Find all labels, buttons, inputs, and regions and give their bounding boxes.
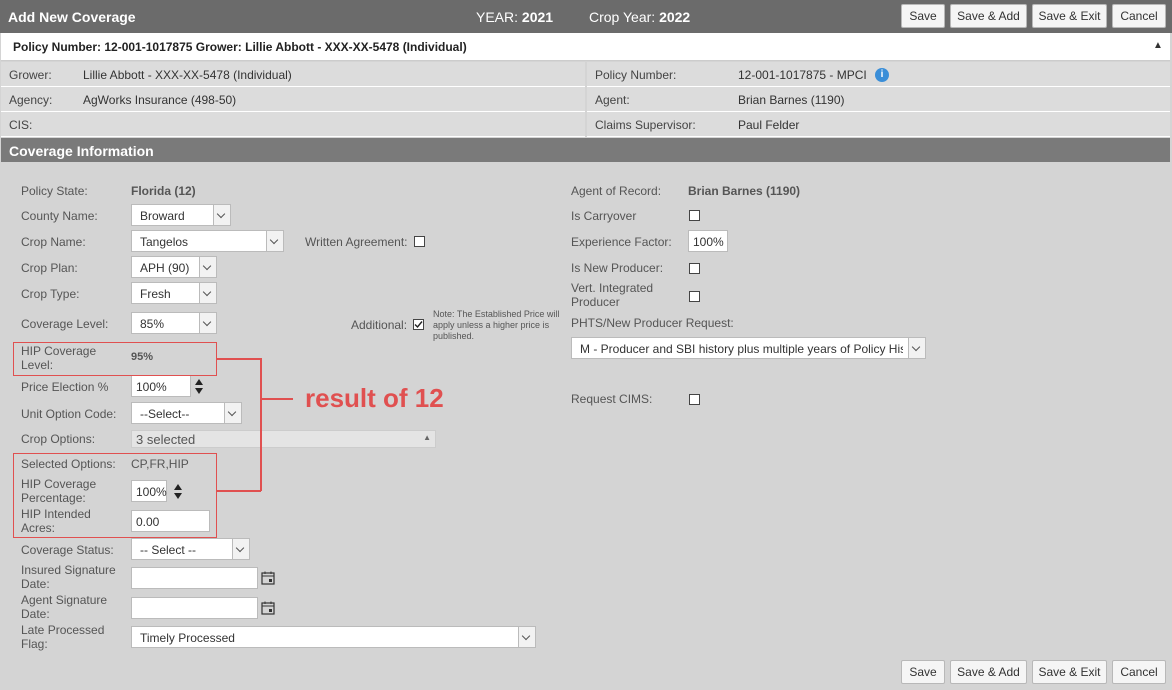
policy-state-label: Policy State:	[21, 184, 88, 198]
save-add-button-bottom[interactable]: Save & Add	[950, 660, 1027, 684]
price-election-input[interactable]: 100%	[131, 375, 191, 397]
agency-value: AgWorks Insurance (498-50)	[83, 93, 237, 107]
chevron-down-icon	[232, 539, 249, 559]
coverage-status-select[interactable]: -- Select --	[131, 538, 250, 560]
updown-icon: ▲	[423, 433, 431, 442]
policy-header-bar[interactable]: Policy Number: 12-001-1017875 Grower: Li…	[1, 33, 1170, 61]
chevron-down-icon	[213, 205, 230, 225]
claims-supervisor-value: Paul Felder	[738, 118, 800, 132]
late-processed-select[interactable]: Timely Processed	[131, 626, 536, 648]
calendar-icon[interactable]	[261, 571, 275, 585]
crop-name-select[interactable]: Tangelos	[131, 230, 284, 252]
late-processed-label: Late Processed Flag:	[21, 623, 105, 651]
request-cims-checkbox[interactable]	[689, 394, 700, 405]
annotation-connector	[217, 490, 261, 492]
save-add-button-top[interactable]: Save & Add	[950, 4, 1027, 28]
vert-integrated-checkbox[interactable]	[689, 291, 700, 302]
experience-factor-label: Experience Factor:	[571, 235, 672, 249]
chevron-down-icon	[266, 231, 283, 251]
written-agreement-label: Written Agreement:	[305, 235, 408, 249]
coverage-status-label: Coverage Status:	[21, 543, 114, 557]
agent-signature-label: Agent Signature Date:	[21, 593, 108, 621]
agency-label: Agency:	[9, 93, 53, 107]
agent-of-record-value: Brian Barnes (1190)	[688, 184, 801, 198]
agent-signature-input[interactable]	[131, 597, 258, 619]
save-button-top[interactable]: Save	[901, 4, 945, 28]
grower-value: Lillie Abbott - XXX-XX-5478 (Individual)	[83, 68, 292, 82]
save-exit-button-top[interactable]: Save & Exit	[1032, 4, 1107, 28]
county-select[interactable]: Broward	[131, 204, 231, 226]
policy-header-text: Policy Number: 12-001-1017875 Grower: Li…	[13, 40, 467, 54]
year-display: YEAR: 2021	[476, 9, 554, 25]
claims-supervisor-label: Claims Supervisor:	[595, 118, 696, 132]
established-price-note: Note: The Established Price will apply u…	[433, 309, 560, 341]
crop-year-display: Crop Year: 2022	[589, 9, 691, 25]
crop-options-label: Crop Options:	[21, 432, 96, 446]
chevron-down-icon	[199, 283, 216, 303]
phts-select[interactable]: M - Producer and SBI history plus multip…	[571, 337, 926, 359]
chevron-down-icon	[518, 627, 535, 647]
price-election-spinner[interactable]	[192, 375, 208, 397]
carryover-checkbox[interactable]	[689, 210, 700, 221]
new-producer-label: Is New Producer:	[571, 261, 664, 275]
info-icon[interactable]: i	[875, 68, 889, 82]
crop-name-label: Crop Name:	[21, 235, 86, 249]
unit-option-label: Unit Option Code:	[21, 407, 117, 421]
coverage-level-label: Coverage Level:	[21, 317, 109, 331]
cis-label: CIS:	[9, 118, 33, 132]
crop-type-select[interactable]: Fresh	[131, 282, 217, 304]
policy-state-value: Florida (12)	[131, 184, 196, 198]
coverage-level-select[interactable]: 85%	[131, 312, 217, 334]
experience-factor-input[interactable]: 100%	[688, 230, 728, 252]
grower-label: Grower:	[9, 68, 52, 82]
annotation-connector	[217, 358, 261, 360]
carryover-label: Is Carryover	[571, 209, 637, 223]
vert-integrated-label: Vert. Integrated Producer	[571, 281, 654, 309]
agent-value: Brian Barnes (1190)	[738, 93, 845, 107]
cancel-button-top[interactable]: Cancel	[1112, 4, 1166, 28]
save-exit-button-bottom[interactable]: Save & Exit	[1032, 660, 1107, 684]
section-title: Coverage Information	[9, 143, 154, 159]
agent-of-record-label: Agent of Record:	[571, 184, 662, 198]
written-agreement-checkbox[interactable]	[414, 236, 425, 247]
chevron-down-icon	[199, 257, 216, 277]
additional-label: Additional:	[351, 318, 408, 332]
county-label: County Name:	[21, 209, 98, 223]
annotation-connector	[261, 398, 293, 400]
additional-checkbox[interactable]	[413, 319, 424, 330]
crop-plan-label: Crop Plan:	[21, 261, 78, 275]
new-producer-checkbox[interactable]	[689, 263, 700, 274]
crop-plan-select[interactable]: APH (90)	[131, 256, 217, 278]
chevron-down-icon	[224, 403, 241, 423]
annotation-box-hip-fields	[13, 453, 217, 538]
annotation-connector	[260, 358, 262, 491]
calendar-icon[interactable]	[261, 601, 275, 615]
cis-row	[1, 112, 585, 137]
annotation-text: result of 12	[305, 383, 444, 413]
check-icon	[414, 321, 423, 329]
insured-signature-input[interactable]	[131, 567, 258, 589]
collapse-caret-icon[interactable]: ▲	[1153, 40, 1163, 51]
coverage-section-header: Coverage Information	[1, 138, 1170, 162]
agent-label: Agent:	[595, 93, 630, 107]
insured-signature-label: Insured Signature Date:	[21, 563, 116, 591]
request-cims-label: Request CIMS:	[571, 392, 653, 406]
chevron-down-icon	[199, 313, 216, 333]
cancel-button-bottom[interactable]: Cancel	[1112, 660, 1166, 684]
policy-number-label: Policy Number:	[595, 68, 677, 82]
annotation-box-hip-level	[13, 342, 217, 376]
agent-row	[587, 87, 1170, 112]
dialog-title: Add New Coverage	[8, 9, 136, 25]
save-button-bottom[interactable]: Save	[901, 660, 945, 684]
crop-type-label: Crop Type:	[21, 287, 80, 301]
policy-number-value: 12-001-1017875 - MPCI	[738, 68, 867, 82]
phts-label: PHTS/New Producer Request:	[571, 316, 734, 330]
price-election-label: Price Election %	[21, 380, 109, 394]
chevron-down-icon	[908, 338, 925, 358]
unit-option-select[interactable]: --Select--	[131, 402, 242, 424]
crop-options-multiselect[interactable]: 3 selected ▲	[131, 430, 436, 448]
